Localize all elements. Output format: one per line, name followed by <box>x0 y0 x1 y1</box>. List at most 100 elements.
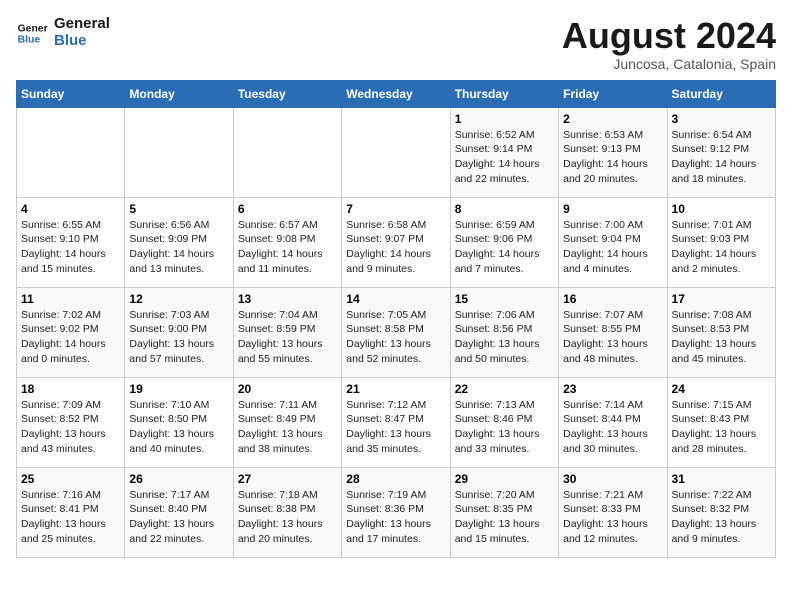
day-info: Sunrise: 6:58 AM Sunset: 9:07 PM Dayligh… <box>346 218 445 277</box>
main-title: August 2024 <box>562 16 776 56</box>
day-info: Sunrise: 6:54 AM Sunset: 9:12 PM Dayligh… <box>672 128 771 187</box>
day-number: 28 <box>346 472 445 486</box>
day-cell: 27 Sunrise: 7:18 AM Sunset: 8:38 PM Dayli… <box>233 467 341 557</box>
title-block: August 2024 Juncosa, Catalonia, Spain <box>562 16 776 72</box>
day-info: Sunrise: 7:13 AM Sunset: 8:46 PM Dayligh… <box>455 398 554 457</box>
day-cell: 18 Sunrise: 7:09 AM Sunset: 8:52 PM Dayli… <box>17 377 125 467</box>
logo-general: General <box>54 16 110 33</box>
day-number: 31 <box>672 472 771 486</box>
svg-text:Blue: Blue <box>18 34 41 45</box>
day-cell: 9 Sunrise: 7:00 AM Sunset: 9:04 PM Daylig… <box>559 197 667 287</box>
week-row-1: 1 Sunrise: 6:52 AM Sunset: 9:14 PM Daylig… <box>17 107 776 197</box>
day-number: 20 <box>238 382 337 396</box>
day-number: 1 <box>455 112 554 126</box>
day-info: Sunrise: 7:16 AM Sunset: 8:41 PM Dayligh… <box>21 488 120 547</box>
day-cell <box>125 107 233 197</box>
day-number: 7 <box>346 202 445 216</box>
day-info: Sunrise: 6:59 AM Sunset: 9:06 PM Dayligh… <box>455 218 554 277</box>
day-info: Sunrise: 7:09 AM Sunset: 8:52 PM Dayligh… <box>21 398 120 457</box>
day-number: 12 <box>129 292 228 306</box>
day-info: Sunrise: 7:00 AM Sunset: 9:04 PM Dayligh… <box>563 218 662 277</box>
day-cell: 30Sunrise: 7:21 AM Sunset: 8:33 PM Dayli… <box>559 467 667 557</box>
col-header-wednesday: Wednesday <box>342 80 450 107</box>
day-number: 13 <box>238 292 337 306</box>
day-cell: 26Sunrise: 7:17 AM Sunset: 8:40 PM Dayli… <box>125 467 233 557</box>
day-info: Sunrise: 7:07 AM Sunset: 8:55 PM Dayligh… <box>563 308 662 367</box>
day-number: 17 <box>672 292 771 306</box>
day-info: Sunrise: 7:08 AM Sunset: 8:53 PM Dayligh… <box>672 308 771 367</box>
day-cell: 3Sunrise: 6:54 AM Sunset: 9:12 PM Daylig… <box>667 107 775 197</box>
day-info: Sunrise: 7:10 AM Sunset: 8:50 PM Dayligh… <box>129 398 228 457</box>
col-header-sunday: Sunday <box>17 80 125 107</box>
day-cell: 17 Sunrise: 7:08 AM Sunset: 8:53 PM Dayli… <box>667 287 775 377</box>
day-info: Sunrise: 7:05 AM Sunset: 8:58 PM Dayligh… <box>346 308 445 367</box>
day-cell: 28 Sunrise: 7:19 AM Sunset: 8:36 PM Dayli… <box>342 467 450 557</box>
day-cell: 2 Sunrise: 6:53 AM Sunset: 9:13 PM Daylig… <box>559 107 667 197</box>
day-number: 18 <box>21 382 120 396</box>
col-header-tuesday: Tuesday <box>233 80 341 107</box>
day-info: Sunrise: 7:22 AM Sunset: 8:32 PM Dayligh… <box>672 488 771 547</box>
day-number: 10 <box>672 202 771 216</box>
day-cell: 13 Sunrise: 7:04 AM Sunset: 8:59 PM Dayli… <box>233 287 341 377</box>
day-number: 27 <box>238 472 337 486</box>
day-info: Sunrise: 7:06 AM Sunset: 8:56 PM Dayligh… <box>455 308 554 367</box>
day-cell: 14Sunrise: 7:05 AM Sunset: 8:58 PM Dayli… <box>342 287 450 377</box>
day-info: Sunrise: 7:02 AM Sunset: 9:02 PM Dayligh… <box>21 308 120 367</box>
day-info: Sunrise: 6:57 AM Sunset: 9:08 PM Dayligh… <box>238 218 337 277</box>
day-cell: 16 Sunrise: 7:07 AM Sunset: 8:55 PM Dayli… <box>559 287 667 377</box>
day-info: Sunrise: 7:04 AM Sunset: 8:59 PM Dayligh… <box>238 308 337 367</box>
day-cell: 4Sunrise: 6:55 AM Sunset: 9:10 PM Daylig… <box>17 197 125 287</box>
day-info: Sunrise: 6:56 AM Sunset: 9:09 PM Dayligh… <box>129 218 228 277</box>
day-info: Sunrise: 7:11 AM Sunset: 8:49 PM Dayligh… <box>238 398 337 457</box>
col-header-saturday: Saturday <box>667 80 775 107</box>
svg-text:General: General <box>18 23 48 34</box>
day-number: 25 <box>21 472 120 486</box>
day-cell: 10Sunrise: 7:01 AM Sunset: 9:03 PM Dayli… <box>667 197 775 287</box>
day-info: Sunrise: 7:20 AM Sunset: 8:35 PM Dayligh… <box>455 488 554 547</box>
day-info: Sunrise: 6:52 AM Sunset: 9:14 PM Dayligh… <box>455 128 554 187</box>
day-info: Sunrise: 7:17 AM Sunset: 8:40 PM Dayligh… <box>129 488 228 547</box>
day-number: 29 <box>455 472 554 486</box>
calendar-header: SundayMondayTuesdayWednesdayThursdayFrid… <box>17 80 776 107</box>
day-cell: 15Sunrise: 7:06 AM Sunset: 8:56 PM Dayli… <box>450 287 558 377</box>
day-number: 11 <box>21 292 120 306</box>
day-number: 4 <box>21 202 120 216</box>
day-cell <box>17 107 125 197</box>
day-info: Sunrise: 7:18 AM Sunset: 8:38 PM Dayligh… <box>238 488 337 547</box>
week-row-4: 18 Sunrise: 7:09 AM Sunset: 8:52 PM Dayli… <box>17 377 776 467</box>
day-info: Sunrise: 7:03 AM Sunset: 9:00 PM Dayligh… <box>129 308 228 367</box>
day-cell: 12 Sunrise: 7:03 AM Sunset: 9:00 PM Dayli… <box>125 287 233 377</box>
day-number: 2 <box>563 112 662 126</box>
day-cell: 1 Sunrise: 6:52 AM Sunset: 9:14 PM Daylig… <box>450 107 558 197</box>
col-header-thursday: Thursday <box>450 80 558 107</box>
day-number: 9 <box>563 202 662 216</box>
day-number: 23 <box>563 382 662 396</box>
week-row-5: 25 Sunrise: 7:16 AM Sunset: 8:41 PM Dayli… <box>17 467 776 557</box>
day-cell: 20 Sunrise: 7:11 AM Sunset: 8:49 PM Dayli… <box>233 377 341 467</box>
week-row-2: 4Sunrise: 6:55 AM Sunset: 9:10 PM Daylig… <box>17 197 776 287</box>
day-cell: 25 Sunrise: 7:16 AM Sunset: 8:41 PM Dayli… <box>17 467 125 557</box>
day-info: Sunrise: 7:14 AM Sunset: 8:44 PM Dayligh… <box>563 398 662 457</box>
day-info: Sunrise: 7:19 AM Sunset: 8:36 PM Dayligh… <box>346 488 445 547</box>
day-number: 8 <box>455 202 554 216</box>
logo: General Blue General Blue <box>16 16 110 49</box>
day-cell: 23 Sunrise: 7:14 AM Sunset: 8:44 PM Dayli… <box>559 377 667 467</box>
day-cell: 24Sunrise: 7:15 AM Sunset: 8:43 PM Dayli… <box>667 377 775 467</box>
day-cell: 21Sunrise: 7:12 AM Sunset: 8:47 PM Dayli… <box>342 377 450 467</box>
day-cell: 11 Sunrise: 7:02 AM Sunset: 9:02 PM Dayli… <box>17 287 125 377</box>
day-cell: 31 Sunrise: 7:22 AM Sunset: 8:32 PM Dayli… <box>667 467 775 557</box>
day-cell: 5Sunrise: 6:56 AM Sunset: 9:09 PM Daylig… <box>125 197 233 287</box>
day-info: Sunrise: 7:15 AM Sunset: 8:43 PM Dayligh… <box>672 398 771 457</box>
col-header-monday: Monday <box>125 80 233 107</box>
day-cell: 29 Sunrise: 7:20 AM Sunset: 8:35 PM Dayli… <box>450 467 558 557</box>
day-number: 16 <box>563 292 662 306</box>
day-number: 21 <box>346 382 445 396</box>
day-cell <box>342 107 450 197</box>
day-info: Sunrise: 6:53 AM Sunset: 9:13 PM Dayligh… <box>563 128 662 187</box>
day-cell: 22Sunrise: 7:13 AM Sunset: 8:46 PM Dayli… <box>450 377 558 467</box>
day-cell <box>233 107 341 197</box>
day-info: Sunrise: 7:21 AM Sunset: 8:33 PM Dayligh… <box>563 488 662 547</box>
logo-icon: General Blue <box>16 17 48 49</box>
col-header-friday: Friday <box>559 80 667 107</box>
day-number: 19 <box>129 382 228 396</box>
